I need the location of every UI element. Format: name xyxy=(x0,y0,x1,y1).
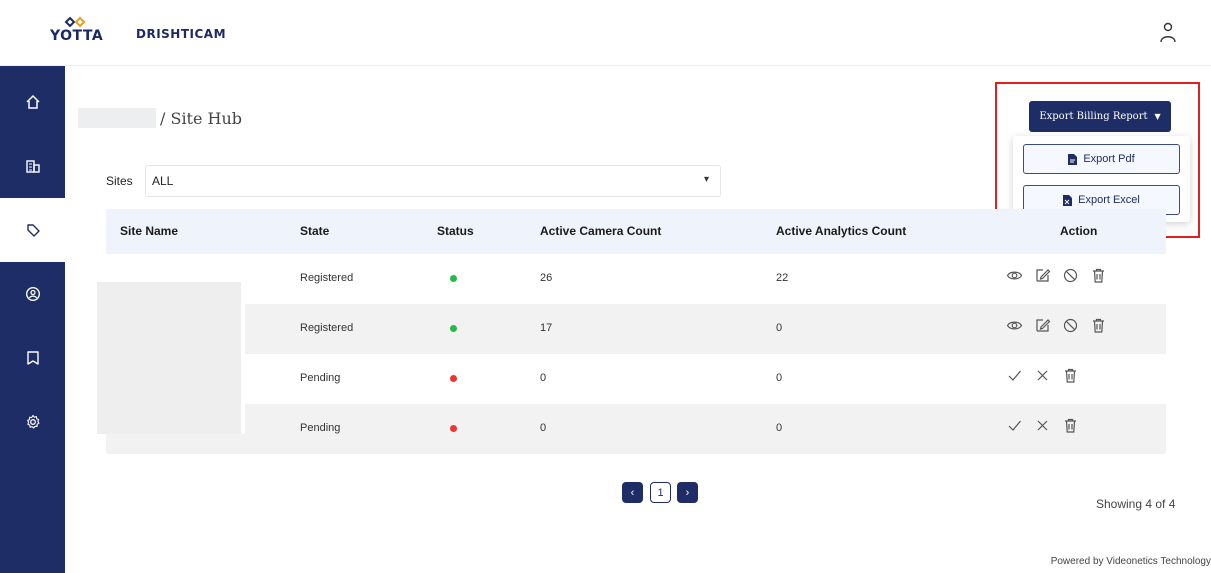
row-state: Registered xyxy=(300,272,354,284)
row-analytics-count: 22 xyxy=(776,272,789,284)
row-actions xyxy=(1006,267,1107,284)
showing-count: Showing 4 of 4 xyxy=(1096,497,1176,511)
row-actions xyxy=(1006,317,1107,334)
breadcrumb-redacted xyxy=(78,108,156,128)
column-header-state[interactable]: State xyxy=(300,224,329,238)
row-camera-count: 0 xyxy=(540,372,547,384)
chevron-down-icon: ▾ xyxy=(703,174,709,185)
pagination-page-button[interactable]: 1 xyxy=(650,482,671,503)
sites-filter-label: Sites xyxy=(106,174,133,188)
footer-text: Powered by Videonetics Technology xyxy=(1050,556,1211,567)
building-icon xyxy=(25,160,40,173)
export-billing-report-label: Export Billing Report xyxy=(1039,111,1148,122)
logo-text: YOTTA xyxy=(50,28,104,44)
check-icon[interactable] xyxy=(1006,417,1023,434)
sidebar-item-users[interactable] xyxy=(0,262,65,326)
column-header-site-name[interactable]: Site Name xyxy=(120,224,178,238)
home-icon xyxy=(25,94,40,109)
sites-filter-select[interactable]: ALL ▾ xyxy=(145,165,721,197)
row-actions xyxy=(1006,417,1079,434)
table-header: Site Name State Status Active Camera Cou… xyxy=(106,209,1166,254)
row-analytics-count: 0 xyxy=(776,422,783,434)
app-name: DRISHTICAM xyxy=(136,27,227,41)
sidebar xyxy=(0,66,65,573)
column-header-action: Action xyxy=(1060,224,1098,238)
column-header-camera-count[interactable]: Active Camera Count xyxy=(540,224,661,238)
sidebar-item-settings[interactable] xyxy=(0,390,65,454)
sidebar-item-bookmarks[interactable] xyxy=(0,326,65,390)
row-camera-count: 26 xyxy=(540,272,553,284)
chevron-left-icon: ‹ xyxy=(630,486,635,499)
chevron-right-icon: › xyxy=(685,486,690,499)
table-row: Registered 26 22 xyxy=(106,254,1166,304)
caret-down-icon: ▼ xyxy=(1154,112,1161,121)
row-camera-count: 17 xyxy=(540,322,553,334)
block-icon[interactable] xyxy=(1062,267,1079,284)
export-pdf-button[interactable]: Export Pdf xyxy=(1023,144,1180,174)
column-header-analytics-count[interactable]: Active Analytics Count xyxy=(776,224,906,238)
edit-icon[interactable] xyxy=(1034,267,1051,284)
export-billing-report-button[interactable]: Export Billing Report ▼ xyxy=(1029,101,1171,132)
column-header-status[interactable]: Status xyxy=(437,224,474,238)
redaction-edge xyxy=(241,282,245,434)
yotta-logo[interactable]: YOTTA xyxy=(50,16,104,44)
sidebar-item-home[interactable] xyxy=(0,70,65,134)
site-names-redacted xyxy=(97,282,241,434)
sidebar-item-buildings[interactable] xyxy=(0,134,65,198)
row-analytics-count: 0 xyxy=(776,322,783,334)
export-pdf-label: Export Pdf xyxy=(1083,153,1135,165)
pagination-page-number: 1 xyxy=(657,486,664,499)
table-row: Pending 0 0 xyxy=(106,404,1166,454)
export-excel-label: Export Excel xyxy=(1078,194,1140,206)
status-dot xyxy=(450,275,457,282)
trash-icon[interactable] xyxy=(1090,317,1107,334)
close-icon[interactable] xyxy=(1034,367,1051,384)
row-state: Pending xyxy=(300,372,341,384)
check-icon[interactable] xyxy=(1006,367,1023,384)
file-excel-icon xyxy=(1063,194,1073,206)
edit-icon[interactable] xyxy=(1034,317,1051,334)
file-pdf-icon xyxy=(1068,153,1078,165)
eye-icon[interactable] xyxy=(1006,267,1023,284)
breadcrumb: / Site Hub xyxy=(78,106,242,130)
user-circle-icon xyxy=(25,286,40,302)
trash-icon[interactable] xyxy=(1062,417,1079,434)
table-row: Registered 17 0 xyxy=(106,304,1166,354)
sidebar-item-tags[interactable] xyxy=(0,198,65,262)
user-icon[interactable] xyxy=(1159,22,1177,44)
trash-icon[interactable] xyxy=(1090,267,1107,284)
row-camera-count: 0 xyxy=(540,422,547,434)
tag-icon xyxy=(26,224,40,237)
trash-icon[interactable] xyxy=(1062,367,1079,384)
pagination-next-button[interactable]: › xyxy=(677,482,698,503)
row-state: Pending xyxy=(300,422,341,434)
row-actions xyxy=(1006,367,1079,384)
row-analytics-count: 0 xyxy=(776,372,783,384)
logo-mark-icon xyxy=(64,16,86,28)
row-state: Registered xyxy=(300,322,354,334)
page-title: / Site Hub xyxy=(160,108,243,128)
block-icon[interactable] xyxy=(1062,317,1079,334)
close-icon[interactable] xyxy=(1034,417,1051,434)
top-bar: YOTTA DRISHTICAM xyxy=(0,0,1211,66)
settings-icon xyxy=(26,414,40,429)
status-dot xyxy=(450,375,457,382)
status-dot xyxy=(450,325,457,332)
status-dot xyxy=(450,425,457,432)
pagination-prev-button[interactable]: ‹ xyxy=(622,482,643,503)
table-row: Pending 0 0 xyxy=(106,354,1166,404)
bookmark-icon xyxy=(26,351,39,365)
sites-filter-value: ALL xyxy=(152,174,174,188)
eye-icon[interactable] xyxy=(1006,317,1023,334)
